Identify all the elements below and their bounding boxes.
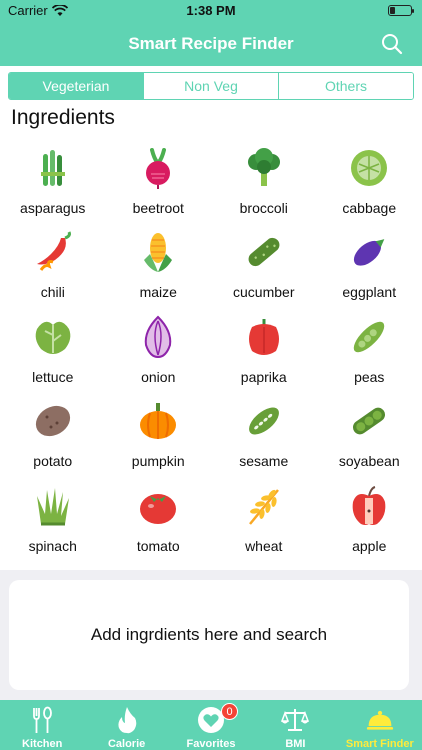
flame-icon <box>113 706 141 734</box>
tab-label: BMI <box>285 738 306 750</box>
spinach-icon <box>31 484 75 528</box>
ingredient-apple[interactable]: apple <box>317 476 422 560</box>
ingredient-label: wheat <box>245 537 283 554</box>
ingredient-label: tomato <box>136 537 180 554</box>
ingredient-label: chili <box>40 284 65 301</box>
segment-non-veg[interactable]: Non Veg <box>144 73 279 99</box>
ingredient-cucumber[interactable]: cucumber <box>211 222 317 306</box>
ingredient-onion[interactable]: onion <box>106 307 212 391</box>
ingredient-label: lettuce <box>32 368 74 385</box>
ingredient-label: broccoli <box>239 200 288 216</box>
ingredient-spinach[interactable]: spinach <box>0 476 106 560</box>
ingredient-pumpkin[interactable]: pumpkin <box>106 391 212 475</box>
tab-favorites[interactable]: 0 Favorites <box>169 700 253 750</box>
ingredient-beetroot[interactable]: beetroot <box>106 138 212 222</box>
search-card-text: Add ingrdients here and search <box>90 625 328 644</box>
ingredient-chili[interactable]: chili <box>0 222 106 306</box>
navigation-bar: Smart Recipe Finder <box>0 22 422 66</box>
page-title: Smart Recipe Finder <box>128 34 294 53</box>
fork-spoon-icon <box>28 706 56 734</box>
pumpkin-icon <box>136 399 180 443</box>
tab-bar: Kitchen Calorie 0 Favorites BMI Smart Fi… <box>0 700 422 750</box>
ingredient-label: potato <box>33 453 73 470</box>
cabbage-icon <box>347 146 391 190</box>
tab-label: Favorites <box>186 738 236 750</box>
add-ingredients-search-card[interactable]: Add ingrdients here and search <box>9 580 409 690</box>
tab-bmi[interactable]: BMI <box>253 700 337 750</box>
maize-icon <box>136 230 180 274</box>
cucumber-icon <box>242 230 286 274</box>
status-time: 1:38 PM <box>186 3 236 18</box>
tab-kitchen[interactable]: Kitchen <box>0 700 84 750</box>
ingredient-asparagus[interactable]: asparagus <box>0 138 106 222</box>
beetroot-icon <box>136 146 180 190</box>
section-title: Ingredients <box>11 106 115 129</box>
potato-icon <box>31 399 75 443</box>
segment-vegeterian[interactable]: Vegeterian <box>9 73 144 99</box>
favorites-count-badge: 0 <box>221 703 239 720</box>
segment-others[interactable]: Others <box>279 73 413 99</box>
lettuce-icon <box>31 315 75 359</box>
soyabean-icon <box>347 399 391 443</box>
chili-icon <box>31 230 75 274</box>
ingredient-label: paprika <box>240 368 287 385</box>
tab-calorie[interactable]: Calorie <box>84 700 168 750</box>
tomato-icon <box>136 484 180 528</box>
ingredient-label: onion <box>141 368 176 385</box>
onion-icon <box>136 315 180 359</box>
ingredient-label: beetroot <box>132 200 184 216</box>
ingredient-label: apple <box>352 537 387 554</box>
eggplant-icon <box>347 230 391 274</box>
tab-label: Calorie <box>107 738 146 750</box>
apple-icon <box>347 484 391 528</box>
ingredient-label: eggplant <box>342 284 397 301</box>
ingredient-label: soyabean <box>338 453 400 470</box>
category-segmented-control: Vegeterian Non Veg Others <box>8 72 414 100</box>
ingredient-soyabean[interactable]: soyabean <box>317 391 422 475</box>
ingredient-peas[interactable]: peas <box>317 307 422 391</box>
ingredient-label: asparagus <box>20 200 86 216</box>
ingredient-sesame[interactable]: sesame <box>211 391 317 475</box>
status-bar: Carrier 1:38 PM <box>0 0 422 22</box>
sesame-icon <box>242 399 286 443</box>
cloche-icon <box>366 706 394 734</box>
ingredient-cabbage[interactable]: cabbage <box>317 138 422 222</box>
ingredient-eggplant[interactable]: eggplant <box>317 222 422 306</box>
tab-smart-finder[interactable]: Smart Finder <box>338 700 422 750</box>
search-icon[interactable] <box>380 32 404 56</box>
ingredients-grid: asparagus beetroot broccoli cabbage chil… <box>0 138 422 560</box>
scale-icon <box>281 706 310 734</box>
battery-icon <box>388 5 414 16</box>
ingredient-potato[interactable]: potato <box>0 391 106 475</box>
ingredient-label: cucumber <box>233 284 295 301</box>
tab-label: Kitchen <box>22 738 63 750</box>
ingredient-label: sesame <box>239 453 289 470</box>
ingredient-tomato[interactable]: tomato <box>106 476 212 560</box>
ingredient-wheat[interactable]: wheat <box>211 476 317 560</box>
search-card-container: Add ingrdients here and search <box>0 570 422 700</box>
ingredient-maize[interactable]: maize <box>106 222 212 306</box>
peas-icon <box>347 315 391 359</box>
ingredient-label: maize <box>139 284 177 301</box>
ingredient-paprika[interactable]: paprika <box>211 307 317 391</box>
broccoli-icon <box>242 146 286 190</box>
ingredient-label: spinach <box>28 537 77 554</box>
wheat-icon <box>242 484 286 528</box>
ingredient-lettuce[interactable]: lettuce <box>0 307 106 391</box>
tab-label: Smart Finder <box>345 738 414 750</box>
paprika-icon <box>242 315 286 359</box>
asparagus-icon <box>31 146 75 190</box>
ingredient-label: peas <box>354 368 385 385</box>
ingredient-broccoli[interactable]: broccoli <box>211 138 317 222</box>
ingredient-label: cabbage <box>342 200 397 216</box>
ingredient-label: pumpkin <box>131 453 185 470</box>
